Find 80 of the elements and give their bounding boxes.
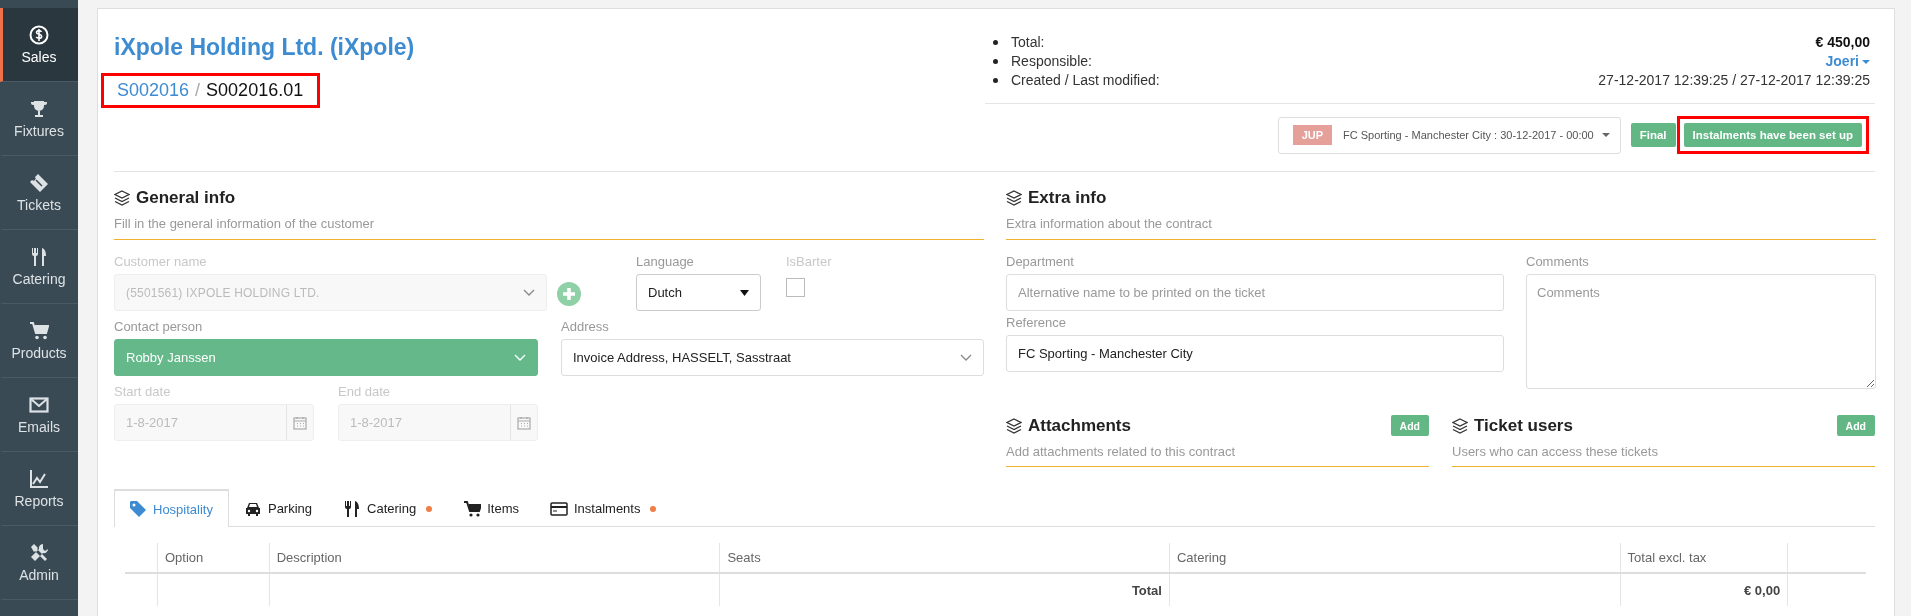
layers-icon <box>1006 417 1022 434</box>
summary-label: Responsible: <box>1011 52 1093 71</box>
sidebar-item[interactable]: Products <box>0 304 78 378</box>
field-label: Comments <box>1526 254 1590 269</box>
summary-value: € 450,00 <box>1815 33 1870 52</box>
credit-card-icon <box>550 499 568 518</box>
cart-icon <box>29 320 49 341</box>
address-select[interactable]: Invoice Address, HASSELT, Sasstraat <box>561 339 984 376</box>
department-input[interactable]: Alternative name to be printed on the ticket <box>1006 274 1504 311</box>
field-label: Address <box>561 319 610 334</box>
chevron-down-icon <box>514 353 526 362</box>
column-header: Description <box>269 543 720 573</box>
layers-icon <box>114 190 130 206</box>
section-title: General info <box>136 188 237 208</box>
bullet <box>993 40 998 45</box>
tab[interactable]: Items <box>448 489 535 527</box>
calendar-icon <box>517 415 531 430</box>
table-cell: Total <box>719 573 1170 606</box>
caret-down-icon <box>740 289 749 296</box>
section-title: Attachments <box>1028 415 1132 436</box>
tab[interactable]: Parking <box>228 489 329 527</box>
customer-title: iXpole Holding Ltd. (iXpole) <box>114 34 415 61</box>
comments-textarea[interactable]: Comments <box>1526 274 1876 389</box>
sidebar-item[interactable]: Reports <box>0 452 78 526</box>
summary-label: Created / Last modified: <box>1011 71 1161 90</box>
event-badge: JUP <box>1292 125 1333 145</box>
breadcrumb-link[interactable]: S002016 <box>117 80 190 101</box>
chevron-down-icon <box>523 288 535 297</box>
sidebar-item[interactable]: Sales <box>0 8 78 82</box>
sidebar-item[interactable]: Catering <box>0 230 78 304</box>
language-select[interactable]: Dutch <box>636 274 761 311</box>
section-subtitle: Users who can access these tickets <box>1452 444 1659 459</box>
caret-icon <box>1601 133 1610 137</box>
sidebar-item[interactable]: Admin <box>0 526 78 600</box>
section-title: Extra info <box>1028 188 1108 208</box>
field-label: Language <box>636 254 695 269</box>
summary-value: 27-12-2017 12:39:25 / 27-12-2017 12:39:25 <box>1598 71 1870 90</box>
tab[interactable]: Catering <box>328 489 449 527</box>
sidebar-item[interactable]: Emails <box>0 378 78 452</box>
line-chart-icon <box>29 468 49 489</box>
fork-knife-icon <box>29 246 49 267</box>
cart-icon <box>463 499 482 518</box>
column-header: Option <box>157 543 270 573</box>
reference-input[interactable]: FC Sporting - Manchester City <box>1006 335 1504 372</box>
bullet <box>993 59 998 64</box>
breadcrumb-separator: / <box>195 80 201 101</box>
sidebar-item[interactable]: Fixtures <box>0 82 78 156</box>
sidebar-item[interactable]: Tickets <box>0 156 78 230</box>
tab[interactable]: Instalments <box>535 489 673 527</box>
caret-icon <box>1862 59 1870 64</box>
summary-label: Total: <box>1011 33 1046 52</box>
field-label: Department <box>1006 254 1075 269</box>
ticket-icon <box>29 172 49 193</box>
fork-knife-icon <box>343 499 362 518</box>
responsible-dropdown[interactable]: Joeri <box>1825 52 1870 71</box>
tools-icon <box>29 542 49 563</box>
table-cell: € 0,00 <box>1620 573 1788 606</box>
layers-icon <box>1006 190 1022 206</box>
section-subtitle: Add attachments related to this contract <box>1006 444 1237 459</box>
section-subtitle: Fill in the general information of the customer <box>114 216 376 231</box>
event-select[interactable]: JUP FC Sporting - Manchester City : 30-12-2017 - 00:00 <box>1277 116 1621 154</box>
column-header: Total excl. tax <box>1620 543 1788 573</box>
breadcrumb-current: S002016.01 <box>206 80 304 101</box>
calendar-icon <box>293 415 307 430</box>
bullet <box>993 78 998 83</box>
section-title: Ticket users <box>1474 415 1574 436</box>
trophy-icon <box>29 98 49 119</box>
dollar-circle-icon <box>29 24 49 45</box>
layers-icon <box>1452 417 1468 434</box>
tab[interactable]: Hospitality <box>114 489 229 527</box>
event-name: FC Sporting - Manchester City : 30-12-2017 - 00:00 <box>1343 129 1594 141</box>
column-header: Seats <box>719 543 1170 573</box>
section-subtitle: Extra information about the contract <box>1006 216 1213 231</box>
envelope-icon <box>29 394 49 415</box>
field-label: Reference <box>1006 315 1067 330</box>
chevron-down-icon <box>960 353 972 362</box>
tag-icon <box>129 500 147 518</box>
field-label: Contact person <box>114 319 204 334</box>
column-header: Catering <box>1169 543 1621 573</box>
plus-circle-icon <box>557 282 581 306</box>
